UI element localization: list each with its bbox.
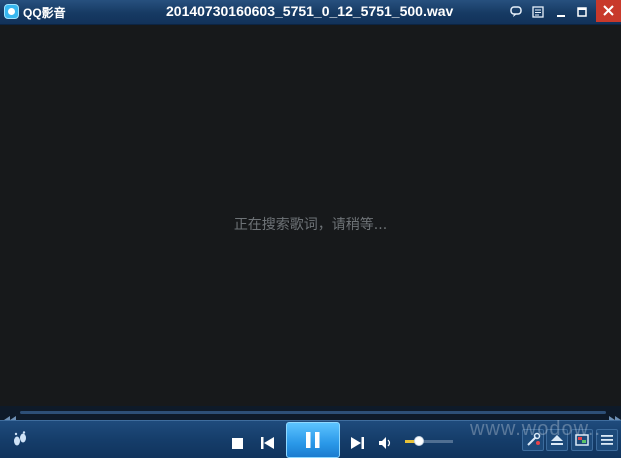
volume-knob[interactable] [414, 436, 425, 446]
next-icon [351, 437, 364, 449]
close-icon [603, 5, 614, 16]
menu-icon[interactable] [529, 3, 547, 21]
pause-icon [306, 432, 320, 448]
title-bar[interactable]: QQ影音 20140730160603_5751_0_12_5751_500.w… [0, 0, 621, 25]
app-logo-icon[interactable] [4, 4, 19, 19]
previous-icon [261, 437, 274, 449]
pause-button[interactable] [286, 422, 340, 458]
watermark: www.wodow.. [470, 418, 602, 440]
app-name: QQ影音 [23, 6, 66, 20]
seek-bar[interactable] [20, 411, 606, 414]
comment-icon[interactable] [507, 3, 525, 21]
file-name: 20140730160603_5751_0_12_5751_500.wav [166, 3, 454, 19]
close-button[interactable] [596, 0, 621, 22]
footprint-icon[interactable] [12, 431, 28, 453]
previous-button[interactable] [261, 434, 274, 453]
next-button[interactable] [351, 434, 364, 453]
player-window: QQ影音 20140730160603_5751_0_12_5751_500.w… [0, 0, 621, 458]
volume-slider[interactable] [405, 440, 453, 443]
minimize-icon[interactable] [552, 3, 570, 21]
stop-button[interactable] [232, 434, 243, 453]
maximize-icon[interactable] [573, 3, 591, 21]
stop-icon [232, 438, 243, 449]
lyrics-status: 正在搜索歌词，请稍等... [233, 217, 388, 233]
volume-icon[interactable] [379, 434, 392, 453]
